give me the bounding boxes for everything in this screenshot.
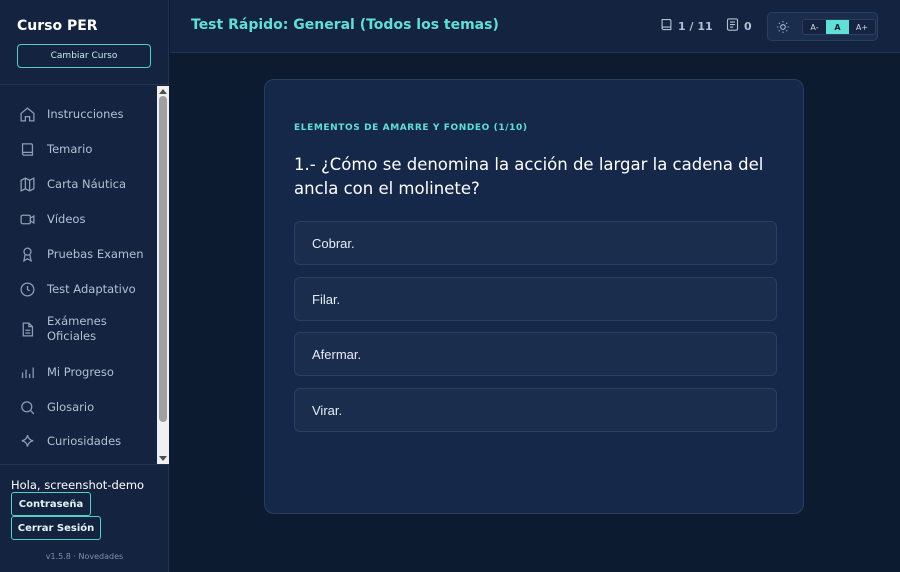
- bar-chart-icon: [19, 364, 36, 381]
- sidebar-nav: Instrucciones Temario Carta Náutica Víde…: [0, 86, 157, 464]
- password-button[interactable]: Contraseña: [11, 492, 91, 516]
- sidebar-item-temario[interactable]: Temario: [0, 132, 157, 166]
- sidebar-item-examenes-oficiales[interactable]: Exámenes Oficiales: [0, 312, 157, 346]
- question-card: ELEMENTOS DE AMARRE Y FONDEO (1/10) 1.- …: [264, 79, 804, 514]
- award-icon: [19, 246, 36, 263]
- scroll-down-arrow-icon[interactable]: [159, 456, 167, 462]
- sidebar-item-label: Exámenes Oficiales: [47, 314, 107, 343]
- sidebar-item-curiosidades[interactable]: Curiosidades: [0, 424, 157, 458]
- display-tools: A- A A+: [767, 12, 878, 41]
- answer-option-text: Filar.: [312, 291, 341, 307]
- book-icon: [19, 141, 36, 158]
- answer-option[interactable]: Virar.: [294, 388, 777, 432]
- video-icon: [19, 211, 36, 228]
- answer-option-text: Virar.: [312, 402, 343, 418]
- sidebar-item-label: Temario: [47, 141, 93, 156]
- answer-option[interactable]: Afermar.: [294, 332, 777, 376]
- sidebar: Curso PER Cambiar Curso Instrucciones Te…: [0, 0, 169, 572]
- sidebar-item-label: Pruebas Examen: [47, 246, 144, 261]
- sidebar-item-label: Curiosidades: [47, 433, 122, 448]
- sidebar-item-label: Carta Náutica: [47, 176, 127, 191]
- answer-option[interactable]: Filar.: [294, 277, 777, 321]
- sidebar-item-test-adaptativo[interactable]: Test Adaptativo: [0, 272, 157, 306]
- theme-toggle-sun-icon[interactable]: [776, 20, 790, 34]
- answered-value: 0: [744, 19, 752, 33]
- progress-value: 1 / 11: [678, 19, 713, 33]
- sidebar-item-mi-progreso[interactable]: Mi Progreso: [0, 355, 157, 389]
- sidebar-item-label: Mi Progreso: [47, 364, 114, 379]
- scrollbar-thumb[interactable]: [159, 96, 167, 422]
- version-link[interactable]: v1.5.8 · Novedades: [0, 552, 169, 561]
- sidebar-scrollbar[interactable]: [157, 86, 169, 464]
- list-icon: [725, 16, 740, 37]
- map-icon: [19, 176, 36, 193]
- change-course-button[interactable]: Cambiar Curso: [17, 44, 151, 68]
- sidebar-item-label: Test Adaptativo: [47, 281, 136, 296]
- answer-option-text: Afermar.: [312, 346, 362, 362]
- search-icon: [19, 399, 36, 416]
- sidebar-item-pruebas-examen[interactable]: Pruebas Examen: [0, 237, 157, 271]
- font-normal-button[interactable]: A: [826, 20, 849, 34]
- answer-option[interactable]: Cobrar.: [294, 221, 777, 265]
- font-size-group: A- A A+: [802, 19, 876, 35]
- font-decrease-button[interactable]: A-: [803, 20, 826, 34]
- sidebar-item-videos[interactable]: Vídeos: [0, 202, 157, 236]
- brand-title: Curso PER: [17, 18, 98, 34]
- topic-label: ELEMENTOS DE AMARRE Y FONDEO (1/10): [294, 123, 528, 133]
- sidebar-item-label: Instrucciones: [47, 106, 124, 121]
- logout-button[interactable]: Cerrar Sesión: [11, 516, 101, 540]
- sidebar-item-label: Vídeos: [47, 211, 86, 226]
- scroll-up-arrow-icon[interactable]: [159, 88, 167, 94]
- top-header: Test Rápido: General (Todos los temas) 1…: [170, 0, 900, 53]
- answer-option-text: Cobrar.: [312, 235, 355, 251]
- book-icon: [659, 16, 674, 37]
- sidebar-item-carta-nautica[interactable]: Carta Náutica: [0, 167, 157, 201]
- divider: [0, 84, 169, 85]
- clock-icon: [19, 281, 36, 298]
- page-title: Test Rápido: General (Todos los temas): [191, 17, 499, 33]
- sparkle-icon: [19, 433, 36, 450]
- user-area: Hola, screenshot-demo Contraseña Cerrar …: [0, 464, 169, 572]
- document-icon: [19, 321, 36, 338]
- home-icon: [19, 106, 36, 123]
- font-increase-button[interactable]: A+: [849, 20, 875, 34]
- question-text: 1.- ¿Cómo se denomina la acción de larga…: [294, 155, 764, 198]
- sidebar-item-instrucciones[interactable]: Instrucciones: [0, 97, 157, 131]
- progress-counter: 1 / 11: [659, 16, 713, 36]
- answered-counter: 0: [725, 16, 752, 36]
- sidebar-item-label: Glosario: [47, 399, 95, 414]
- user-greeting: Hola, screenshot-demo: [11, 478, 145, 492]
- sidebar-item-glosario[interactable]: Glosario: [0, 390, 157, 424]
